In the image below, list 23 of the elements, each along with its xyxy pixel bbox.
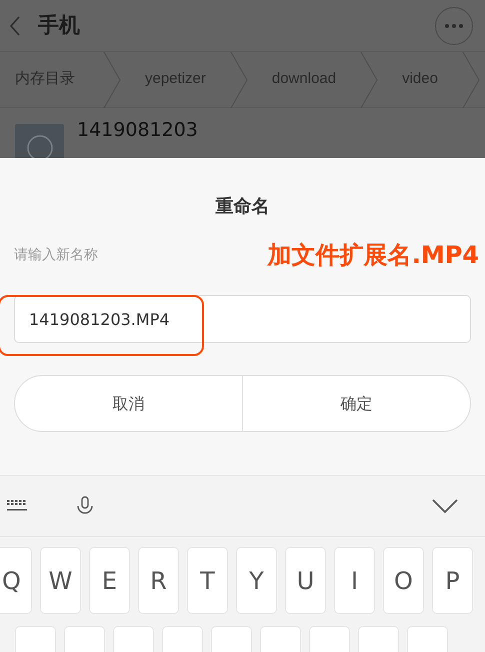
keyboard-key[interactable]: I — [334, 547, 375, 614]
prompt-label: 请输入新名称 — [14, 246, 98, 264]
keyboard-key[interactable]: W — [40, 547, 81, 614]
keyboard-key[interactable]: E — [89, 547, 130, 614]
cancel-button[interactable]: 取消 — [15, 376, 243, 431]
file-name: 1419081203 — [77, 118, 198, 143]
chevron-down-icon[interactable] — [432, 498, 458, 514]
back-icon[interactable] — [8, 14, 22, 36]
name-input-field[interactable]: 1419081203.MP4 — [14, 295, 471, 343]
screen-title: 手机 — [38, 12, 80, 39]
keyboard-key[interactable]: R — [138, 547, 179, 614]
keyboard-key[interactable]: T — [187, 547, 228, 614]
annotation-text: 加文件扩展名.MP4 — [268, 240, 479, 271]
keyboard-key[interactable]: U — [285, 547, 326, 614]
unknown-file-icon — [15, 124, 64, 158]
dialog-title: 重命名 — [216, 195, 270, 219]
confirm-button[interactable]: 确定 — [243, 376, 470, 431]
keyboard-key[interactable]: O — [383, 547, 424, 614]
keyboard-key[interactable]: Q — [0, 547, 32, 614]
keyboard-key[interactable]: P — [432, 547, 473, 614]
more-button[interactable] — [435, 6, 473, 44]
keyboard-icon[interactable] — [7, 500, 27, 512]
keyboard-key[interactable]: Y — [236, 547, 277, 614]
